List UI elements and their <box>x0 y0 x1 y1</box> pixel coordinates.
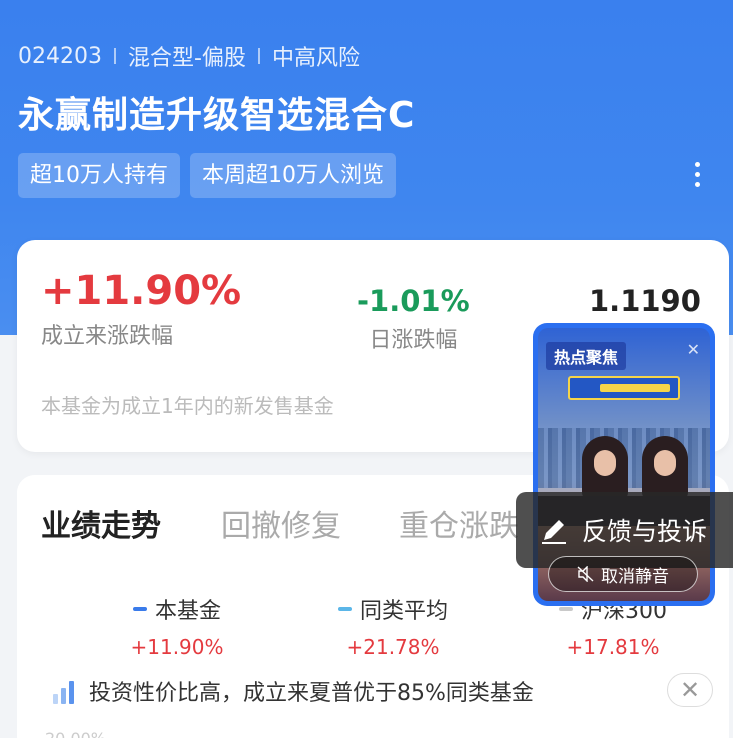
legend-value: +21.78% <box>346 635 440 659</box>
fund-risk[interactable]: 中高风险 <box>272 40 360 72</box>
legend-fund[interactable]: 本基金 +11.90% <box>77 593 277 659</box>
tab-holdings[interactable]: 重仓涨跌 <box>399 501 519 545</box>
legend-peer-average[interactable]: 同类平均 +21.78% <box>293 593 493 659</box>
new-fund-note: 本基金为成立1年内的新发售基金 <box>41 394 334 418</box>
legend-label: 同类平均 <box>359 599 448 624</box>
bar-chart-icon <box>53 681 74 704</box>
meta-divider <box>113 48 116 64</box>
nav-stat: 1.1190 <box>589 284 701 318</box>
since-inception-stat: +11.90% 成立来涨跌幅 <box>41 268 241 350</box>
unmute-button[interactable]: 取消静音 <box>548 556 698 592</box>
meta-divider <box>257 48 260 64</box>
daily-change-value: -1.01% <box>357 284 470 318</box>
tag-holders[interactable]: 超10万人持有 <box>18 153 180 198</box>
nav-value: 1.1190 <box>589 284 701 318</box>
y-axis-top-label: 20.00% <box>45 729 106 738</box>
fund-code: 024203 <box>18 43 102 69</box>
legend-swatch <box>559 607 573 611</box>
unmute-label: 取消静音 <box>601 566 669 587</box>
tag-views[interactable]: 本周超10万人浏览 <box>190 153 396 198</box>
daily-change-stat: -1.01% 日涨跌幅 <box>357 284 470 354</box>
mute-speaker-icon <box>577 566 594 582</box>
legend-swatch <box>132 607 147 611</box>
fund-meta: 024203 混合型-偏股 中高风险 <box>18 40 360 72</box>
legend-swatch <box>337 607 352 611</box>
insight-banner[interactable]: 投资性价比高，成立来夏普优于85%同类基金 <box>51 675 534 707</box>
legend-value: +11.90% <box>130 635 224 659</box>
since-inception-value: +11.90% <box>41 268 242 314</box>
feedback-label: 反馈与投诉 <box>582 517 708 546</box>
legend-label: 本基金 <box>154 599 221 624</box>
video-banner-graphic <box>568 376 680 400</box>
more-vertical-icon[interactable] <box>690 162 704 190</box>
tab-performance[interactable]: 业绩走势 <box>41 501 161 545</box>
tab-drawdown[interactable]: 回撤修复 <box>221 501 341 545</box>
legend-value: +17.81% <box>566 635 660 659</box>
fund-name: 永赢制造升级智选混合C <box>18 95 416 136</box>
video-close-icon[interactable]: ✕ <box>687 340 700 359</box>
close-icon[interactable]: ✕ <box>667 673 713 707</box>
fund-category[interactable]: 混合型-偏股 <box>128 40 246 72</box>
insight-text: 投资性价比高，成立来夏普优于85%同类基金 <box>89 681 534 706</box>
fund-tags: 超10万人持有 本周超10万人浏览 <box>18 153 396 198</box>
video-badge: 热点聚焦 <box>546 342 627 370</box>
since-inception-label: 成立来涨跌幅 <box>41 324 174 349</box>
pencil-icon <box>542 520 566 544</box>
daily-change-label: 日涨跌幅 <box>369 328 458 353</box>
